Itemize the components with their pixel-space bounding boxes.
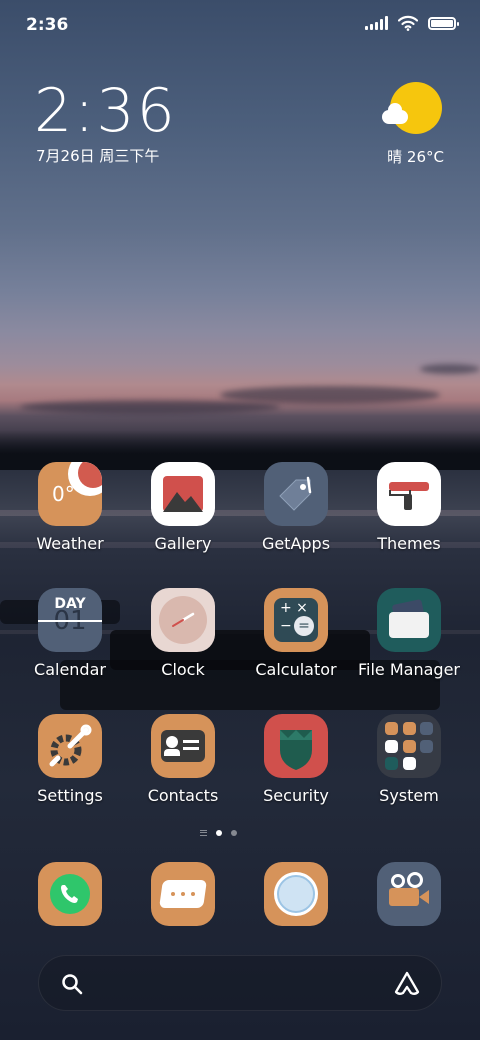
page-dot-2[interactable] bbox=[231, 830, 237, 836]
clock-widget-time[interactable]: 2:36 bbox=[34, 76, 177, 146]
clock-widget-date[interactable]: 7月26日 周三下午 bbox=[36, 145, 159, 166]
search-bar[interactable] bbox=[38, 955, 442, 1011]
app-system-folder[interactable]: System bbox=[353, 714, 465, 805]
themes-icon bbox=[377, 462, 441, 526]
app-label: Contacts bbox=[147, 786, 219, 805]
clock-icon bbox=[151, 588, 215, 652]
feed-page-icon[interactable] bbox=[200, 830, 207, 836]
weather-widget-temperature[interactable]: 晴 26°C bbox=[387, 146, 444, 167]
calendar-icon: DAY 01 bbox=[38, 588, 102, 652]
status-time: 2:36 bbox=[26, 15, 69, 35]
wifi-icon bbox=[398, 15, 418, 31]
app-label: Clock bbox=[161, 660, 205, 679]
dock-phone[interactable] bbox=[14, 862, 126, 926]
app-label: File Manager bbox=[358, 660, 460, 679]
calculator-icon: + × − = bbox=[264, 588, 328, 652]
dock-camera[interactable] bbox=[353, 862, 465, 926]
system-folder-icon bbox=[377, 714, 441, 778]
app-calculator[interactable]: + × − = Calculator bbox=[240, 588, 352, 679]
file-manager-icon bbox=[377, 588, 441, 652]
app-label: GetApps bbox=[261, 534, 331, 553]
app-weather[interactable]: 0° Weather bbox=[14, 462, 126, 553]
settings-icon bbox=[38, 714, 102, 778]
search-icon[interactable] bbox=[61, 973, 83, 995]
sun-cloud-icon bbox=[382, 82, 442, 134]
messages-icon bbox=[151, 862, 215, 926]
page-indicator[interactable] bbox=[200, 830, 237, 836]
getapps-icon bbox=[264, 462, 328, 526]
browser-icon bbox=[264, 862, 328, 926]
app-label: Security bbox=[263, 786, 329, 805]
app-label: Weather bbox=[36, 534, 104, 553]
weather-widget[interactable] bbox=[382, 82, 444, 134]
app-calendar[interactable]: DAY 01 Calendar bbox=[14, 588, 126, 679]
status-bar: 2:36 bbox=[0, 0, 480, 50]
gallery-icon bbox=[151, 462, 215, 526]
app-security[interactable]: Security bbox=[240, 714, 352, 805]
dock-browser[interactable] bbox=[240, 862, 352, 926]
app-label: Gallery bbox=[154, 534, 212, 553]
weather-icon-temp: 0° bbox=[52, 482, 75, 506]
app-label: Calendar bbox=[34, 660, 106, 679]
app-contacts[interactable]: Contacts bbox=[127, 714, 239, 805]
app-clock[interactable]: Clock bbox=[127, 588, 239, 679]
phone-icon bbox=[38, 862, 102, 926]
app-themes[interactable]: Themes bbox=[353, 462, 465, 553]
camera-icon bbox=[377, 862, 441, 926]
weather-icon: 0° bbox=[38, 462, 102, 526]
app-gallery[interactable]: Gallery bbox=[127, 462, 239, 553]
signal-icon bbox=[365, 16, 388, 30]
app-getapps[interactable]: GetApps bbox=[240, 462, 352, 553]
app-label: Settings bbox=[37, 786, 103, 805]
page-dot-1[interactable] bbox=[216, 830, 222, 836]
contacts-icon bbox=[151, 714, 215, 778]
assistant-icon[interactable] bbox=[393, 970, 421, 998]
app-label: Calculator bbox=[255, 660, 337, 679]
app-label: System bbox=[379, 786, 439, 805]
battery-icon bbox=[428, 16, 459, 30]
app-label: Themes bbox=[377, 534, 441, 553]
app-file-manager[interactable]: File Manager bbox=[353, 588, 465, 679]
app-settings[interactable]: Settings bbox=[14, 714, 126, 805]
security-icon bbox=[264, 714, 328, 778]
dock-messages[interactable] bbox=[127, 862, 239, 926]
